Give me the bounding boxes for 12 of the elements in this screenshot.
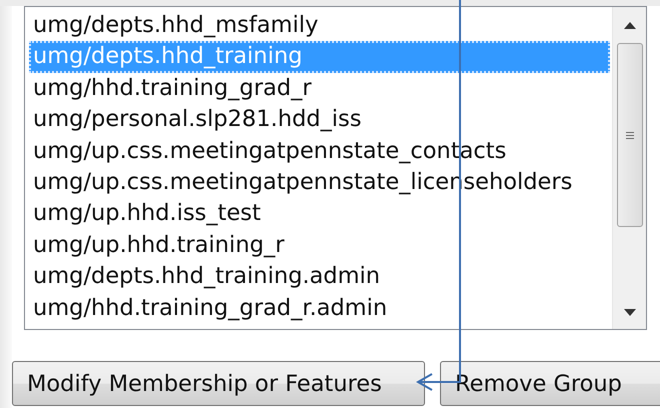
list-item[interactable]: umg/depts.hhd_msfamily (29, 10, 610, 42)
grip-icon (624, 130, 634, 140)
list-item[interactable]: umg/personal.slp281.hdd_iss (29, 104, 610, 136)
list-item[interactable]: umg/hhd.training_grad_r (29, 72, 610, 104)
remove-group-button[interactable]: Remove Group (440, 361, 660, 406)
list-item[interactable]: umg/hhd.training_grad_r.admin (29, 292, 610, 324)
list-item[interactable]: umg/up.hhd.iss_test (29, 198, 610, 230)
list-item[interactable]: umg/up.hhd.training_r (29, 230, 610, 262)
modify-membership-button[interactable]: Modify Membership or Features (12, 361, 425, 406)
scroll-thumb[interactable] (616, 43, 642, 227)
scrollbar[interactable] (612, 7, 646, 329)
list-item[interactable]: umg/depts.hhd_training.admin (29, 261, 610, 293)
